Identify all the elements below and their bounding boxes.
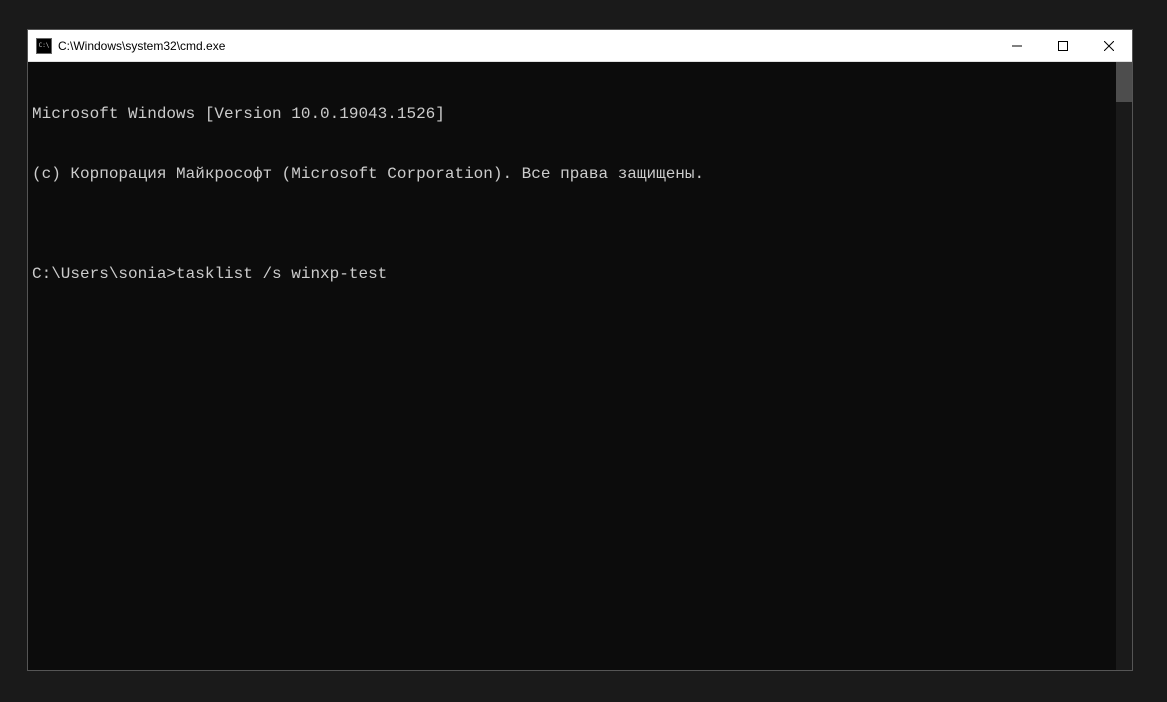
scrollbar-thumb[interactable] xyxy=(1116,62,1132,102)
titlebar-left: C:\Windows\system32\cmd.exe xyxy=(28,38,225,54)
command-text: tasklist /s winxp-test xyxy=(176,264,387,284)
close-icon xyxy=(1104,41,1114,51)
minimize-button[interactable] xyxy=(994,30,1040,61)
terminal-content[interactable]: Microsoft Windows [Version 10.0.19043.15… xyxy=(28,62,1116,670)
copyright-line: (c) Корпорация Майкрософт (Microsoft Cor… xyxy=(32,164,1112,184)
prompt-text: C:\Users\sonia> xyxy=(32,264,176,284)
vertical-scrollbar[interactable] xyxy=(1116,62,1132,670)
terminal-area[interactable]: Microsoft Windows [Version 10.0.19043.15… xyxy=(28,62,1132,670)
maximize-button[interactable] xyxy=(1040,30,1086,61)
version-line: Microsoft Windows [Version 10.0.19043.15… xyxy=(32,104,1112,124)
cmd-window: C:\Windows\system32\cmd.exe Microsoft Wi… xyxy=(27,29,1133,671)
window-controls xyxy=(994,30,1132,61)
close-button[interactable] xyxy=(1086,30,1132,61)
maximize-icon xyxy=(1058,41,1068,51)
titlebar[interactable]: C:\Windows\system32\cmd.exe xyxy=(28,30,1132,62)
window-title: C:\Windows\system32\cmd.exe xyxy=(58,39,225,53)
cmd-icon xyxy=(36,38,52,54)
minimize-icon xyxy=(1012,41,1022,51)
prompt-line: C:\Users\sonia>tasklist /s winxp-test xyxy=(32,264,1112,284)
